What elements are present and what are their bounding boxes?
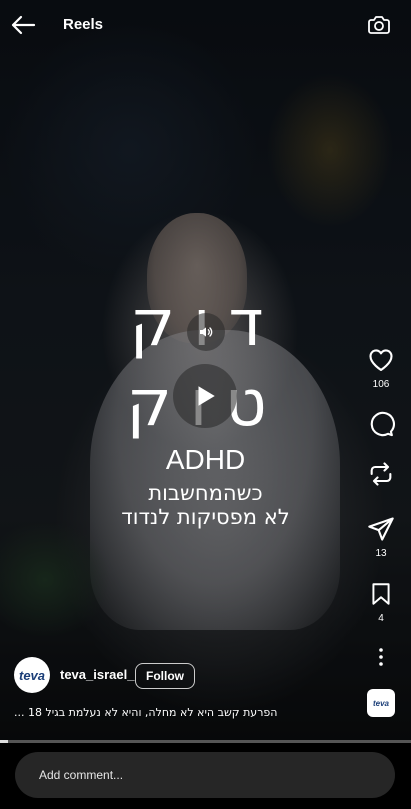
share-button[interactable]: 13: [360, 515, 402, 559]
username[interactable]: teva_israel_: [60, 667, 134, 682]
repost-button[interactable]: [360, 460, 402, 488]
more-icon: [379, 648, 383, 666]
follow-button[interactable]: Follow: [135, 663, 195, 689]
caption[interactable]: ... הפרעת קשב היא לא מחלה, והיא לא נעלמת…: [14, 706, 354, 719]
video-subline-2: לא מפסיקות לנדוד: [121, 505, 290, 529]
sound-button[interactable]: [187, 313, 225, 351]
play-button[interactable]: [173, 364, 237, 428]
comment-input[interactable]: [15, 752, 395, 798]
save-count: 4: [378, 613, 384, 624]
back-arrow-icon[interactable]: [10, 12, 36, 38]
comment-button[interactable]: [360, 410, 402, 438]
comment-icon: [370, 411, 395, 437]
repost-icon: [370, 462, 392, 486]
save-button[interactable]: 4: [360, 580, 402, 624]
avatar[interactable]: teva: [14, 657, 50, 693]
send-icon: [368, 517, 394, 541]
share-count: 13: [375, 548, 387, 559]
like-button[interactable]: 106: [360, 346, 402, 390]
author-row: teva teva_israel_ Follow: [14, 657, 344, 693]
audio-thumbnail[interactable]: teva: [367, 689, 395, 717]
reel-video[interactable]: דוק טוק ADHD כשהמחשבות לא מפסיקות לנדוד: [0, 0, 411, 740]
video-headline: ADHD: [165, 444, 246, 475]
bookmark-icon: [372, 583, 390, 605]
heart-icon: [369, 349, 393, 371]
camera-icon[interactable]: [367, 13, 391, 37]
sound-icon: [200, 327, 213, 337]
top-bar: Reels: [0, 0, 411, 50]
video-subline-1: כשהמחשבות: [148, 481, 263, 505]
more-button[interactable]: [360, 646, 402, 668]
play-icon: [198, 386, 215, 406]
comment-bar: [0, 743, 411, 809]
like-count: 106: [372, 379, 390, 390]
page-title: Reels: [63, 16, 104, 33]
